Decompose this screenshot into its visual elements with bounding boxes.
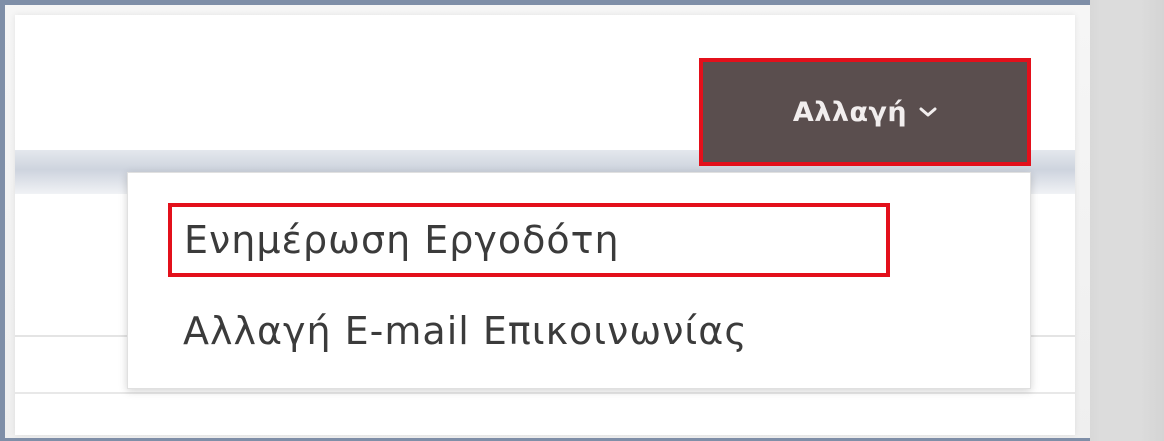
change-button-label: Αλλαγή (792, 96, 908, 128)
divider (15, 392, 1075, 394)
change-button-content: Αλλαγή (793, 97, 937, 128)
vertical-scrollbar[interactable] (1102, 0, 1142, 441)
change-dropdown-menu: Ενημέρωση Εργοδότη Αλλαγή E-mail Επικοιν… (127, 172, 1031, 389)
menu-item-change-contact-email[interactable]: Αλλαγή E-mail Επικοινωνίας (183, 301, 748, 361)
chevron-down-icon (919, 107, 937, 117)
change-dropdown-button[interactable]: Αλλαγή (699, 58, 1031, 166)
menu-item-update-employer[interactable]: Ενημέρωση Εργοδότη (168, 203, 890, 277)
